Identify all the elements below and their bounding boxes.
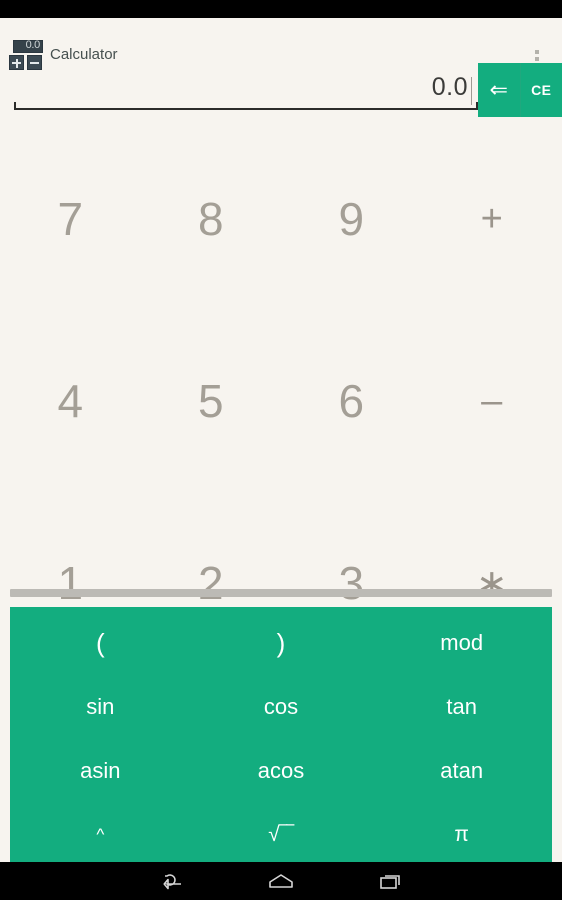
- nav-recents-button[interactable]: [336, 862, 446, 900]
- key-sqrt[interactable]: √‾‾: [191, 803, 372, 867]
- key-plus[interactable]: +: [422, 128, 562, 310]
- backspace-button[interactable]: ⇐: [478, 63, 521, 117]
- nav-home-button[interactable]: [226, 862, 336, 900]
- key-open-paren[interactable]: (: [10, 611, 191, 675]
- keypad-row: 4 5 6 –: [0, 310, 562, 492]
- expression-input[interactable]: 0.0: [14, 66, 478, 114]
- app-action-bar: 0.0 Calculator: [0, 18, 562, 70]
- key-9[interactable]: 9: [281, 128, 422, 310]
- key-atan[interactable]: atan: [371, 739, 552, 803]
- scientific-function-panel: ( ) mod sin cos tan asin acos atan ^ √‾‾…: [10, 607, 552, 862]
- key-6[interactable]: 6: [281, 310, 422, 492]
- function-row: ^ √‾‾ π: [10, 803, 552, 867]
- function-row: sin cos tan: [10, 675, 552, 739]
- text-caret: [471, 77, 472, 105]
- nav-back-button[interactable]: [116, 862, 226, 900]
- key-sin[interactable]: sin: [10, 675, 191, 739]
- display-action-keys: ⇐ CE: [478, 63, 562, 117]
- panel-drag-handle[interactable]: [10, 589, 552, 597]
- input-underline: [14, 102, 478, 110]
- recents-icon: [378, 871, 404, 891]
- key-power[interactable]: ^: [10, 803, 191, 867]
- expression-value: 0.0: [431, 73, 468, 101]
- key-close-paren[interactable]: ): [191, 611, 372, 675]
- key-4[interactable]: 4: [0, 310, 141, 492]
- key-5[interactable]: 5: [141, 310, 282, 492]
- system-status-bar: [0, 0, 562, 18]
- app-icon-display-text: 0.0: [25, 39, 41, 51]
- system-navigation-bar: [0, 862, 562, 900]
- display-row: 0.0 ⇐ CE: [0, 62, 562, 118]
- numeric-keypad: 7 8 9 + 4 5 6 – 1 2 3 ∗: [0, 128, 562, 609]
- function-row: ( ) mod: [10, 611, 552, 675]
- backspace-icon: ⇐: [489, 77, 508, 102]
- function-row: asin acos atan: [10, 739, 552, 803]
- page-title: Calculator: [50, 46, 118, 63]
- key-minus[interactable]: –: [422, 310, 562, 492]
- keypad-row: 7 8 9 +: [0, 128, 562, 310]
- key-acos[interactable]: acos: [191, 739, 372, 803]
- key-pi[interactable]: π: [371, 803, 552, 867]
- key-cos[interactable]: cos: [191, 675, 372, 739]
- key-8[interactable]: 8: [141, 128, 282, 310]
- app-icon-display: 0.0: [13, 39, 43, 53]
- back-arrow-icon: [158, 871, 184, 891]
- key-tan[interactable]: tan: [371, 675, 552, 739]
- key-7[interactable]: 7: [0, 128, 141, 310]
- key-mod[interactable]: mod: [371, 611, 552, 675]
- app-screen: 0.0 Calculator 0.0 ⇐ CE 7 8 9 + 4 5 6 – …: [0, 0, 562, 900]
- home-icon: [267, 871, 295, 891]
- clear-entry-button[interactable]: CE: [521, 63, 562, 117]
- clear-entry-label: CE: [531, 82, 552, 98]
- key-asin[interactable]: asin: [10, 739, 191, 803]
